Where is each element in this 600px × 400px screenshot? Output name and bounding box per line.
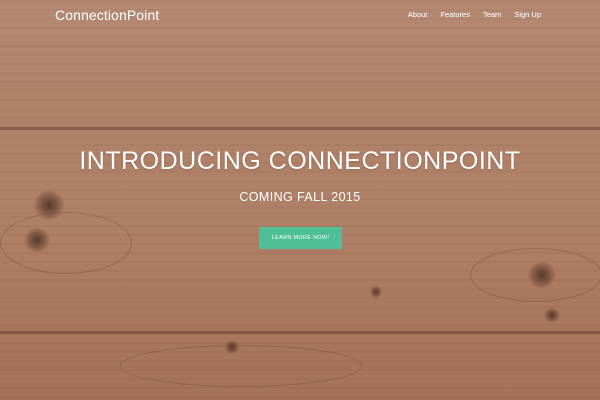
- learn-more-button[interactable]: LEARN MORE NOW!: [259, 227, 342, 249]
- hero-title: INTRODUCING CONNECTIONPOINT: [79, 147, 521, 175]
- hero-section: INTRODUCING CONNECTIONPOINT COMING FALL …: [0, 0, 600, 400]
- hero-subtitle: COMING FALL 2015: [239, 190, 361, 204]
